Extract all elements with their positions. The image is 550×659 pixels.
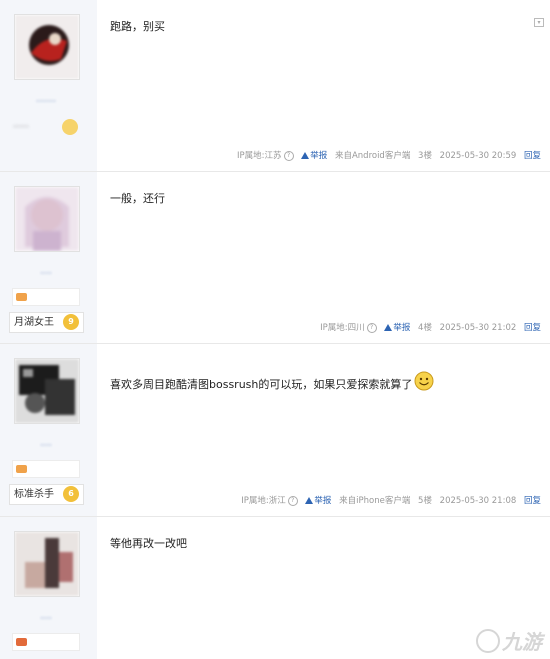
help-icon[interactable]: ?	[283, 150, 294, 161]
level-badge: 标准杀手 6	[9, 484, 84, 505]
ip-location: IP属地:四川	[320, 323, 365, 333]
username[interactable]: ····	[14, 269, 78, 279]
post-tail: IP属地:四川? 举报 4楼 2025-05-30 21:02 回复	[315, 321, 541, 333]
warning-icon	[384, 324, 393, 331]
post-floor-4: ···· 月湖女王 9 一般，还行 IP属地:四川? 举报 4楼 2025-05…	[0, 172, 550, 344]
client-source: 来自iPhone客户端	[339, 496, 411, 506]
reply-button[interactable]: 回复	[524, 323, 541, 333]
ip-location: IP属地:浙江	[241, 496, 286, 506]
post-content: 一般，还行	[110, 192, 165, 205]
warning-icon	[301, 152, 310, 159]
level-number	[62, 119, 78, 135]
reply-button[interactable]: 回复	[524, 496, 541, 506]
ip-location: IP属地:江苏	[237, 151, 282, 161]
warning-icon	[305, 497, 314, 504]
floor-number: 5楼	[418, 496, 432, 506]
watermark-logo-icon	[476, 629, 500, 653]
member-tag	[12, 288, 80, 306]
level-title: 月湖女王	[14, 317, 54, 328]
avatar[interactable]	[14, 14, 80, 80]
post-floor-5: ···· 标准杀手 6 喜欢多周目跑酷清图bossrush的可以玩，如果只爱探索…	[0, 344, 550, 517]
post-floor-3: ······· ····· 跑路，别买 ▾ IP属地:江苏? 举报 来自Andr…	[0, 0, 550, 172]
report-button[interactable]: 举报	[301, 151, 327, 161]
level-number: 6	[63, 486, 79, 502]
report-button[interactable]: 举报	[305, 496, 331, 506]
username[interactable]: ·······	[14, 97, 78, 107]
post-content: 跑路，别买	[110, 20, 165, 33]
floor-number: 4楼	[418, 323, 432, 333]
post-time: 2025-05-30 21:08	[439, 496, 517, 506]
author-panel: ······· ·····	[0, 0, 97, 171]
level-badge: ·····	[9, 118, 82, 137]
watermark: 九游	[476, 626, 542, 655]
report-button[interactable]: 举报	[384, 323, 410, 333]
avatar[interactable]	[14, 531, 80, 597]
avatar[interactable]	[14, 358, 80, 424]
help-icon[interactable]: ?	[366, 322, 377, 333]
level-number: 9	[63, 314, 79, 330]
member-tag	[12, 633, 80, 651]
level-badge: 月湖女王 9	[9, 312, 84, 333]
username[interactable]: ····	[14, 614, 78, 624]
more-icon[interactable]: ▾	[534, 18, 544, 27]
post-content: 喜欢多周目跑酷清图bossrush的可以玩，如果只爱探索就算了	[110, 371, 434, 392]
post-content: 等他再改一改吧	[110, 537, 187, 550]
smiley-emoji-icon	[414, 371, 434, 391]
floor-number: 3楼	[418, 151, 432, 161]
author-panel: ···· 月湖女王 9	[0, 172, 97, 343]
level-title: 标准杀手	[14, 489, 54, 500]
member-tag	[12, 460, 80, 478]
post-time: 2025-05-30 20:59	[439, 151, 517, 161]
level-title: ·····	[13, 122, 29, 133]
client-source: 来自Android客户端	[334, 151, 411, 161]
username[interactable]: ····	[14, 441, 78, 451]
post-floor-6: ···· 等他再改一改吧 九游	[0, 517, 550, 659]
avatar[interactable]	[14, 186, 80, 252]
reply-button[interactable]: 回复	[524, 151, 541, 161]
post-tail: IP属地:江苏? 举报 来自Android客户端 3楼 2025-05-30 2…	[232, 149, 541, 161]
post-time: 2025-05-30 21:02	[439, 323, 517, 333]
author-panel: ····	[0, 517, 97, 659]
help-icon[interactable]: ?	[287, 495, 298, 506]
post-tail: IP属地:浙江? 举报 来自iPhone客户端 5楼 2025-05-30 21…	[236, 494, 541, 506]
author-panel: ···· 标准杀手 6	[0, 344, 97, 516]
